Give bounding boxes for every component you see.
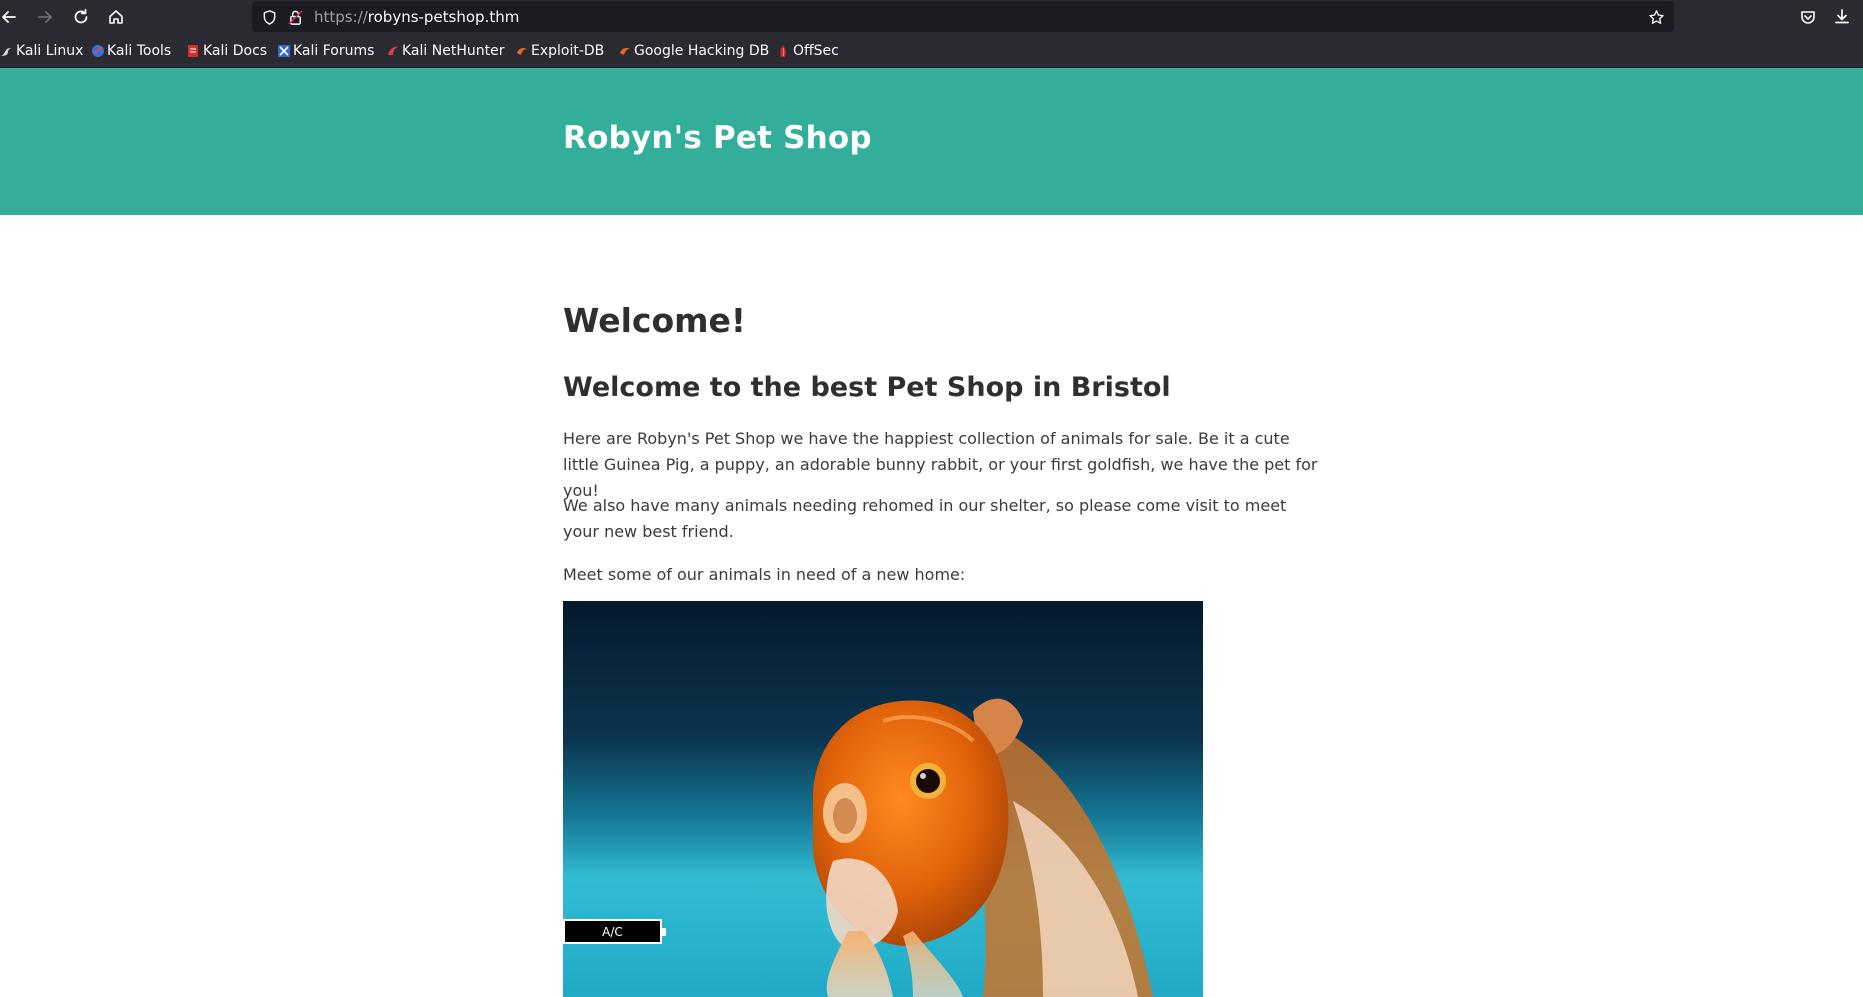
- lock-icon[interactable]: [285, 7, 305, 27]
- bookmark-label: OffSec: [793, 43, 839, 59]
- bookmark-label: Kali Linux: [16, 43, 84, 59]
- bookmark-label: Exploit-DB: [531, 43, 605, 59]
- bookmark-kali-docs[interactable]: Kali Docs: [187, 41, 267, 61]
- bookmark-google-hacking-db[interactable]: Google Hacking DB: [618, 41, 769, 61]
- browser-toolbar: https://robyns-petshop.thm: [0, 0, 1863, 33]
- address-bar[interactable]: https://robyns-petshop.thm: [252, 1, 1674, 32]
- kali-tools-icon: [91, 44, 104, 58]
- kali-forums-icon: [277, 44, 290, 58]
- ghdb-icon: [618, 44, 630, 58]
- site-header: Robyn's Pet Shop: [0, 68, 1863, 215]
- kali-docs-icon: [187, 44, 199, 58]
- page-heading: Welcome!: [563, 301, 746, 340]
- pocket-icon[interactable]: [1795, 4, 1821, 30]
- star-icon[interactable]: [1646, 7, 1666, 27]
- back-arrow-icon[interactable]: [0, 4, 22, 30]
- battery-indicator: A/C: [563, 919, 666, 944]
- bookmark-offsec[interactable]: OffSec: [777, 41, 839, 61]
- animals-intro-text: Meet some of our animals in need of a ne…: [563, 565, 966, 584]
- page-subheading: Welcome to the best Pet Shop in Bristol: [563, 372, 1171, 403]
- bookmark-label: Kali Docs: [203, 43, 268, 59]
- shelter-paragraph: We also have many animals needing rehome…: [563, 496, 1287, 541]
- bookmark-label: Kali Tools: [107, 43, 172, 59]
- bookmark-label: Kali Forums: [293, 43, 375, 59]
- bookmark-label: Google Hacking DB: [634, 43, 770, 59]
- bookmark-kali-forums[interactable]: Kali Forums: [277, 41, 374, 61]
- nethunter-icon: [386, 44, 398, 58]
- kali-dragon-icon: [0, 44, 12, 58]
- reload-icon[interactable]: [68, 4, 94, 30]
- site-title[interactable]: Robyn's Pet Shop: [563, 120, 872, 156]
- url-text[interactable]: https://robyns-petshop.thm: [314, 8, 519, 26]
- url-scheme: https://: [314, 8, 368, 26]
- exploit-db-icon: [515, 44, 527, 58]
- forward-arrow-icon[interactable]: [32, 4, 58, 30]
- url-host: robyns-petshop.thm: [367, 8, 520, 26]
- bookmark-kali-tools[interactable]: Kali Tools: [91, 41, 171, 61]
- home-icon[interactable]: [103, 4, 129, 30]
- bookmark-kali-linux[interactable]: Kali Linux: [0, 41, 83, 61]
- bookmark-kali-nethunter[interactable]: Kali NetHunter: [386, 41, 504, 61]
- bookmark-exploit-db[interactable]: Exploit-DB: [515, 41, 604, 61]
- bookmark-label: Kali NetHunter: [402, 43, 505, 59]
- download-icon[interactable]: [1829, 4, 1855, 30]
- bookmarks-toolbar: Kali Linux Kali Tools Kali Docs Kali For…: [0, 33, 1863, 68]
- offsec-icon: [777, 44, 789, 58]
- shield-icon[interactable]: [259, 7, 279, 27]
